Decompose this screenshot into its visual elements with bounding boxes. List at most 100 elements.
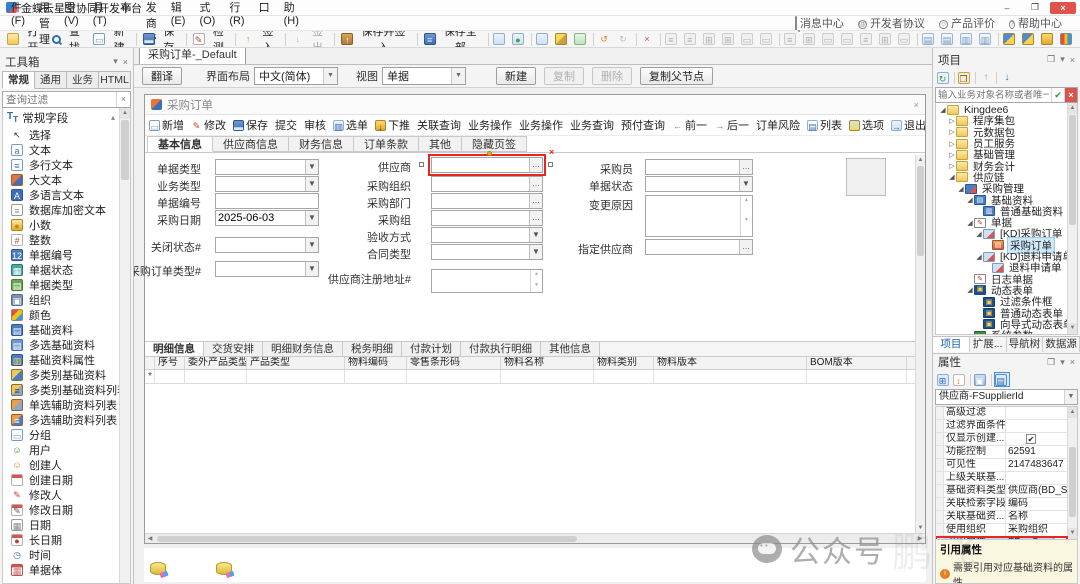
winlay2-icon-button[interactable]: ▥ — [977, 32, 996, 47]
cubes-icon-button[interactable] — [1001, 32, 1020, 47]
tree-expander-icon[interactable]: ◢ — [975, 230, 983, 238]
grid-column-物料编码[interactable]: 物料编码 — [345, 357, 407, 369]
打开-button[interactable]: 打开 — [3, 32, 48, 47]
close-icon[interactable]: × — [1070, 55, 1075, 65]
property-row-使用组织[interactable]: 使用组织采购组织 — [936, 524, 1067, 537]
保存-button[interactable]: ▬保存 — [139, 32, 184, 47]
close-button[interactable]: × — [1050, 2, 1076, 14]
copy-button[interactable]: 复制 — [544, 67, 584, 85]
detail-tab-明细信息[interactable]: 明细信息 — [145, 342, 204, 356]
grid-column-BOM版本[interactable]: BOM版本 — [807, 357, 907, 369]
field-input-供应商注册地址#[interactable] — [432, 270, 530, 292]
align2-icon-button[interactable]: ⊞ — [801, 32, 820, 47]
checkbox-icon[interactable]: ✔ — [1026, 434, 1036, 444]
toolbox-item-多行文本[interactable]: ≡多行文本 — [3, 157, 119, 172]
vertical-scrollbar[interactable]: ▲ ▼ — [915, 155, 925, 533]
redo-icon-button[interactable]: ↻ — [615, 32, 634, 47]
field-input-关闭状态#[interactable] — [216, 238, 305, 252]
grid-column-产品类型[interactable]: 产品类型 — [247, 357, 345, 369]
size-icon-button[interactable]: ▭ — [839, 32, 858, 47]
property-row-可见性[interactable]: 可见性2147483647 — [936, 459, 1067, 472]
property-value[interactable]: 62591 — [1006, 446, 1067, 458]
close-icon[interactable]: × — [123, 57, 128, 67]
spinner-icons[interactable]: ▲▼ — [530, 270, 542, 292]
property-value[interactable] — [1006, 407, 1067, 419]
menu-right-item[interactable]: ?帮助中心 — [1009, 15, 1062, 31]
align-icon-button[interactable]: ≡ — [858, 32, 877, 47]
wrench-icon-button[interactable] — [553, 32, 572, 47]
field-input-采购员[interactable] — [646, 160, 739, 174]
toolbox-item-修改日期[interactable]: ✎修改日期 — [3, 502, 119, 517]
detail-tab-付款计划[interactable]: 付款计划 — [402, 342, 461, 356]
winlay2-icon-button[interactable]: ▥ — [958, 32, 977, 47]
后一-button[interactable]: →后一 — [714, 117, 749, 133]
refresh-icon[interactable]: ↻ — [936, 70, 952, 85]
document-tab[interactable]: 采购订单-_Default — [139, 48, 246, 64]
grid-cell[interactable] — [407, 370, 501, 383]
field-input-采购日期[interactable] — [216, 211, 305, 225]
grid-cell[interactable] — [155, 370, 185, 383]
collapse-icon[interactable]: ▴ — [111, 113, 115, 122]
toolbox-tab-常规[interactable]: 常规 — [2, 71, 35, 89]
grid-column-委外产品类型[interactable]: 委外产品类型 — [185, 357, 247, 369]
property-row-仅显示创建...[interactable]: 仅显示创建...✔ — [936, 433, 1067, 446]
property-value[interactable]: 名称 — [1006, 511, 1067, 523]
designer-close-icon[interactable]: × — [914, 100, 919, 110]
新建-button[interactable]: ▭新建 — [89, 32, 134, 47]
win-blue-icon-button[interactable] — [534, 32, 553, 47]
tree-expander-icon[interactable]: ◢ — [966, 286, 974, 294]
align2-icon-button[interactable]: ⊞ — [701, 32, 720, 47]
grid-cell[interactable] — [345, 370, 407, 383]
size-icon-button[interactable]: ▭ — [739, 32, 758, 47]
confirm-search-icon[interactable]: ✔ — [1051, 88, 1064, 102]
grid-column-物料类别[interactable]: 物料类别 — [594, 357, 654, 369]
sort-view-icon[interactable]: ↕ — [952, 372, 968, 387]
tree-scrollbar[interactable]: ▲ ▼ — [1067, 103, 1077, 334]
clear-search-icon[interactable]: × — [1064, 88, 1077, 102]
tree-expander-icon[interactable]: ▷ — [948, 162, 956, 170]
保存全部-button[interactable]: ≡保存全部 — [420, 32, 486, 47]
审核-button[interactable]: 审核 — [304, 117, 326, 133]
field-input-采购组织[interactable] — [432, 177, 529, 191]
chevron-down-icon[interactable]: ▼ — [529, 228, 542, 242]
tree-expander-icon[interactable]: ◢ — [948, 173, 956, 181]
field-input-单据类型[interactable] — [216, 160, 305, 174]
image-placeholder[interactable] — [846, 158, 886, 196]
property-row-高级过滤[interactable]: 高级过滤 — [936, 407, 1067, 420]
panel-tab-导航树[interactable]: 导航树 — [1007, 337, 1044, 352]
toolbox-scrollbar[interactable]: ▲ — [119, 108, 130, 583]
关联查询-button[interactable]: 关联查询 — [417, 117, 461, 133]
menu-right-item[interactable]: 消息中心 — [795, 15, 844, 31]
winlay-icon-button[interactable]: ▤ — [920, 32, 939, 47]
detail-tab-税务明细[interactable]: 税务明细 — [343, 342, 402, 356]
pin-icon[interactable]: ▾ — [1060, 54, 1065, 65]
float-icon[interactable]: ❐ — [1047, 357, 1055, 368]
float-icon[interactable]: ❐ — [1047, 54, 1055, 65]
pin-icon[interactable]: ▾ — [1060, 357, 1065, 368]
form-tab-隐藏页签[interactable]: 隐藏页签 — [462, 136, 527, 152]
win-blue-icon-button[interactable] — [491, 32, 510, 47]
tree-expander-icon[interactable]: ◢ — [975, 253, 983, 261]
toolbox-tab-HTML[interactable]: HTML — [99, 71, 131, 89]
property-value[interactable]: 2147483647 — [1006, 459, 1067, 471]
property-value[interactable]: 编码 — [1006, 498, 1067, 510]
grid-cell[interactable] — [185, 370, 247, 383]
field-采购员[interactable]: … — [645, 159, 753, 175]
new-button[interactable]: 新建 — [496, 67, 536, 85]
lookup-icon[interactable]: … — [739, 160, 752, 174]
grid-cell[interactable] — [807, 370, 907, 383]
lookup-icon[interactable]: … — [739, 240, 752, 254]
toolbox-item-用户[interactable]: ☺用户 — [3, 442, 119, 457]
win-info-icon-button[interactable]: ● — [510, 32, 529, 47]
property-value[interactable]: 采购组织 — [1006, 524, 1067, 536]
property-row-关联检索字段[interactable]: 关联检索字段编码 — [936, 498, 1067, 511]
field-input-供应商[interactable] — [432, 158, 529, 172]
toolbox-item-时间[interactable]: ◷时间 — [3, 547, 119, 562]
lock-icon-button[interactable] — [1039, 32, 1058, 47]
下推-button[interactable]: ↓下推 — [375, 117, 410, 133]
field-input-单据状态[interactable] — [646, 177, 739, 191]
field-input-采购部门[interactable] — [432, 194, 529, 208]
panel-tab-扩展...[interactable]: 扩展... — [970, 337, 1007, 352]
move-down-icon[interactable]: ↓ — [999, 70, 1015, 85]
property-row-基础资料类型[interactable]: 基础资料类型供应商(BD_Sup... — [936, 485, 1067, 498]
